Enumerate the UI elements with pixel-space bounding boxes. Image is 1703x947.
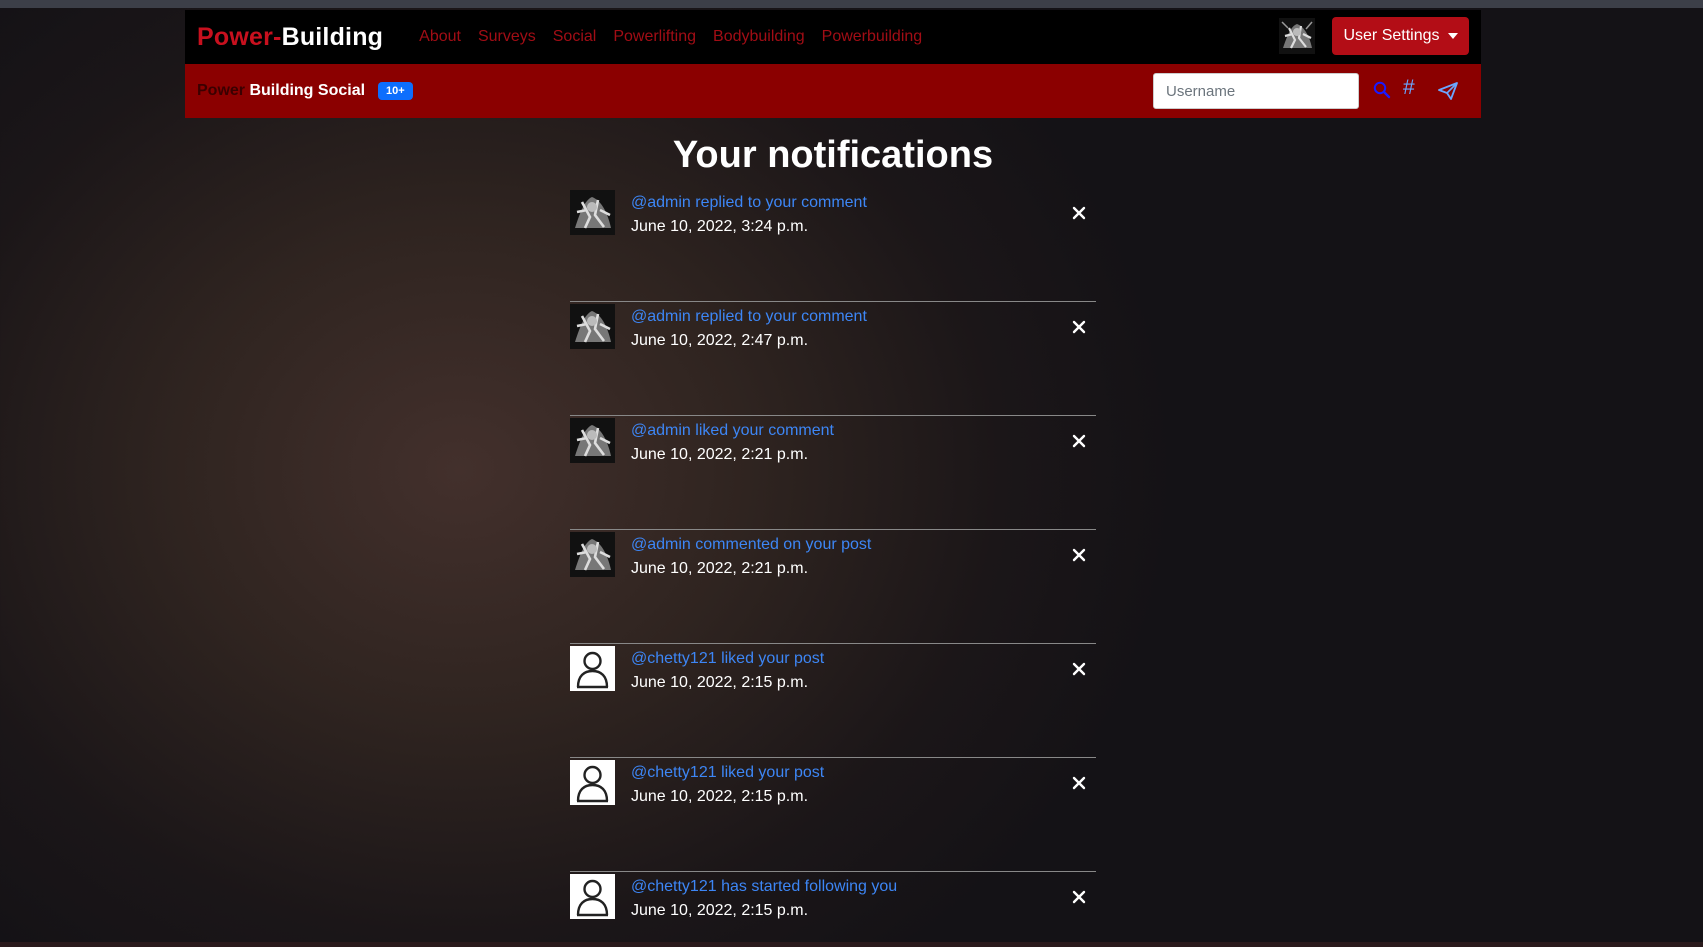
- close-icon[interactable]: [1072, 548, 1086, 562]
- notification-item: @chetty121 liked your post June 10, 2022…: [570, 644, 1096, 758]
- notification-list: @admin replied to your comment June 10, …: [570, 188, 1096, 947]
- admin-avatar[interactable]: [570, 418, 615, 463]
- social-brand[interactable]: Power Building Social: [197, 82, 365, 100]
- notification-time: June 10, 2022, 2:47 p.m.: [631, 332, 809, 349]
- default-user-avatar[interactable]: [570, 760, 615, 805]
- notification-item: @chetty121 has started following you Jun…: [570, 872, 1096, 947]
- notification-item: @chetty121 liked your post June 10, 2022…: [570, 758, 1096, 872]
- notification-link[interactable]: @admin liked your comment: [631, 422, 834, 440]
- admin-avatar[interactable]: [570, 190, 615, 235]
- notification-item: @admin replied to your comment June 10, …: [570, 302, 1096, 416]
- nav-link-surveys[interactable]: Surveys: [478, 28, 536, 46]
- close-icon[interactable]: [1072, 206, 1086, 220]
- social-brand-rest: Building Social: [249, 82, 366, 99]
- admin-avatar[interactable]: [570, 532, 615, 577]
- notification-item: @admin replied to your comment June 10, …: [570, 188, 1096, 302]
- notification-link[interactable]: @admin replied to your comment: [631, 194, 867, 212]
- default-user-avatar[interactable]: [570, 874, 615, 919]
- notification-time: June 10, 2022, 2:15 p.m.: [631, 674, 809, 691]
- admin-avatar[interactable]: [570, 304, 615, 349]
- notification-time: June 10, 2022, 2:21 p.m.: [631, 446, 809, 463]
- nav-links: About Surveys Social Powerlifting Bodybu…: [419, 28, 922, 46]
- close-icon[interactable]: [1072, 662, 1086, 676]
- brand-part-1: Power-: [197, 22, 282, 51]
- social-subbar: Power Building Social 10+ #: [185, 64, 1481, 118]
- close-icon[interactable]: [1072, 320, 1086, 334]
- page-bottom-strip: [0, 942, 1703, 947]
- notification-link[interactable]: @chetty121 has started following you: [631, 878, 897, 896]
- nav-link-bodybuilding[interactable]: Bodybuilding: [713, 28, 805, 46]
- nav-link-powerlifting[interactable]: Powerlifting: [613, 28, 696, 46]
- browser-top-strip: [0, 0, 1703, 8]
- notification-time: June 10, 2022, 2:15 p.m.: [631, 902, 809, 919]
- user-settings-label: User Settings: [1343, 27, 1440, 44]
- user-settings-button[interactable]: User Settings: [1332, 17, 1469, 55]
- page-title: Your notifications: [672, 134, 994, 176]
- notification-time: June 10, 2022, 3:24 p.m.: [631, 218, 809, 235]
- notification-time: June 10, 2022, 2:21 p.m.: [631, 560, 809, 577]
- notification-item: @admin commented on your post June 10, 2…: [570, 530, 1096, 644]
- default-user-avatar[interactable]: [570, 646, 615, 691]
- close-icon[interactable]: [1072, 890, 1086, 904]
- search-icon[interactable]: [1373, 81, 1391, 99]
- main-navbar: Power-Building About Surveys Social Powe…: [185, 10, 1481, 64]
- close-icon[interactable]: [1072, 776, 1086, 790]
- notification-link[interactable]: @admin commented on your post: [631, 536, 871, 554]
- nav-link-social[interactable]: Social: [553, 28, 597, 46]
- notification-link[interactable]: @chetty121 liked your post: [631, 650, 824, 668]
- user-avatar[interactable]: [1279, 18, 1315, 54]
- notification-item: @admin liked your comment June 10, 2022,…: [570, 416, 1096, 530]
- caret-down-icon: [1447, 33, 1458, 39]
- nav-link-about[interactable]: About: [419, 28, 461, 46]
- notification-link[interactable]: @chetty121 liked your post: [631, 764, 824, 782]
- notification-time: June 10, 2022, 2:15 p.m.: [631, 788, 809, 805]
- brand-part-2: Building: [281, 22, 384, 51]
- username-search-input[interactable]: [1153, 73, 1359, 109]
- hashtag-icon[interactable]: #: [1403, 76, 1415, 100]
- nav-link-powerbuilding[interactable]: Powerbuilding: [822, 28, 923, 46]
- notification-count-badge[interactable]: 10+: [378, 82, 413, 100]
- close-icon[interactable]: [1072, 434, 1086, 448]
- social-brand-prefix: Power: [197, 82, 246, 99]
- paper-plane-icon[interactable]: [1438, 82, 1458, 100]
- brand-logo[interactable]: Power-Building: [197, 23, 383, 52]
- notification-link[interactable]: @admin replied to your comment: [631, 308, 867, 326]
